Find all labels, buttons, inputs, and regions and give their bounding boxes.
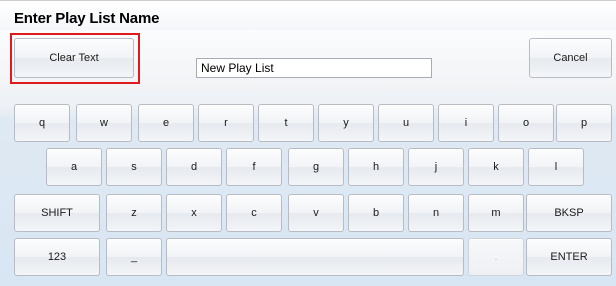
cancel-button[interactable]: Cancel bbox=[529, 38, 612, 78]
key-d[interactable]: d bbox=[166, 148, 222, 186]
key-underscore[interactable]: _ bbox=[106, 238, 162, 276]
dialog-title: Enter Play List Name bbox=[14, 10, 160, 27]
key-j[interactable]: j bbox=[408, 148, 464, 186]
key-t[interactable]: t bbox=[258, 104, 314, 142]
key-q[interactable]: q bbox=[14, 104, 70, 142]
key-y[interactable]: y bbox=[318, 104, 374, 142]
key-o[interactable]: o bbox=[498, 104, 554, 142]
key-h[interactable]: h bbox=[348, 148, 404, 186]
key-s[interactable]: s bbox=[106, 148, 162, 186]
key-p[interactable]: p bbox=[556, 104, 612, 142]
key-c[interactable]: c bbox=[226, 194, 282, 232]
playlist-name-input[interactable] bbox=[196, 58, 432, 78]
key-m[interactable]: m bbox=[468, 194, 524, 232]
key-x[interactable]: x bbox=[166, 194, 222, 232]
key-backspace[interactable]: BKSP bbox=[526, 194, 612, 232]
key-enter[interactable]: ENTER bbox=[526, 238, 612, 276]
highlight-box bbox=[10, 33, 140, 84]
key-u[interactable]: u bbox=[378, 104, 434, 142]
key-z[interactable]: z bbox=[106, 194, 162, 232]
key-r[interactable]: r bbox=[198, 104, 254, 142]
key-g[interactable]: g bbox=[288, 148, 344, 186]
key-numbers[interactable]: 123 bbox=[14, 238, 100, 276]
key-f[interactable]: f bbox=[226, 148, 282, 186]
key-n[interactable]: n bbox=[408, 194, 464, 232]
key-l[interactable]: l bbox=[528, 148, 584, 186]
key-v[interactable]: v bbox=[288, 194, 344, 232]
key-e[interactable]: e bbox=[138, 104, 194, 142]
key-b[interactable]: b bbox=[348, 194, 404, 232]
key-k[interactable]: k bbox=[468, 148, 524, 186]
key-i[interactable]: i bbox=[438, 104, 494, 142]
key-shift[interactable]: SHIFT bbox=[14, 194, 100, 232]
key-space[interactable] bbox=[166, 238, 464, 276]
dialog-title-bar: Enter Play List Name bbox=[0, 0, 616, 31]
key-period: . bbox=[468, 238, 524, 276]
key-w[interactable]: w bbox=[76, 104, 132, 142]
key-a[interactable]: a bbox=[46, 148, 102, 186]
